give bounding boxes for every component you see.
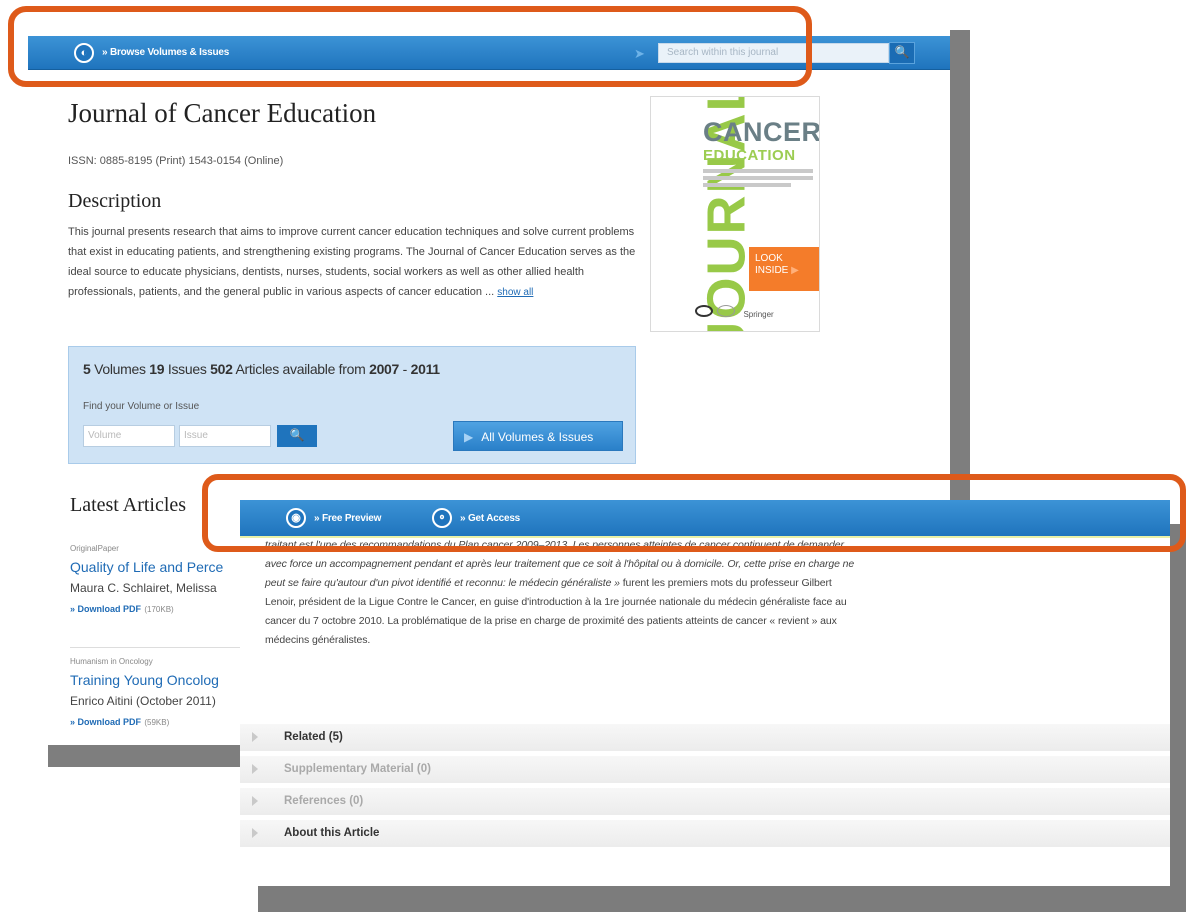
section-label: Related (5)	[284, 731, 343, 743]
volumes-count: 5	[83, 361, 91, 377]
volume-search-button[interactable]: 🔍	[277, 425, 317, 447]
cover-title-line1: CANCER	[703, 117, 820, 147]
cover-logos: Springer	[695, 305, 774, 319]
preview-abstract: traitant est l'une des recommandations d…	[265, 536, 865, 650]
volume-input[interactable]: Volume	[83, 425, 175, 447]
journal-cover[interactable]: JOURNAL CANCER EDUCATION LOOK INSIDE ▶ S…	[650, 96, 820, 332]
volumes-word: Volumes	[94, 361, 146, 377]
articles-text: Articles available from	[235, 361, 366, 377]
section-label: About this Article	[284, 827, 380, 839]
search-icon: 🔍	[289, 428, 305, 442]
find-volume-label: Find your Volume or Issue	[83, 401, 200, 412]
cover-title-line2: EDUCATION	[703, 147, 796, 164]
section-supplementary[interactable]: Supplementary Material (0)	[240, 756, 1170, 784]
article-item: Humanism in Oncology Training Young Onco…	[70, 657, 219, 728]
triangle-right-icon	[252, 796, 258, 806]
journal-issn: ISSN: 0885-8195 (Print) 1543-0154 (Onlin…	[68, 155, 284, 167]
article-item: OriginalPaper Quality of Life and Perce …	[70, 544, 223, 615]
society-logo-icon	[717, 305, 736, 317]
publisher-logo: Springer	[743, 310, 774, 319]
description-heading: Description	[68, 190, 162, 212]
download-pdf-link[interactable]: » Download PDF	[70, 717, 141, 727]
article-type: OriginalPaper	[70, 544, 119, 553]
look-inside-button[interactable]: LOOK INSIDE ▶	[749, 247, 819, 291]
description-text: This journal presents research that aims…	[68, 226, 636, 298]
article-authors: Maura C. Schlairet, Melissa	[70, 581, 217, 595]
section-about[interactable]: About this Article	[240, 820, 1170, 848]
search-button[interactable]: 🔍	[889, 42, 915, 64]
issues-word: Issues	[167, 361, 207, 377]
journal-description: This journal presents research that aims…	[68, 222, 638, 303]
article-title-link[interactable]: Quality of Life and Perce	[70, 559, 223, 575]
all-volumes-button[interactable]: ▶ All Volumes & Issues	[453, 421, 623, 451]
cover-subtitle-lines	[703, 169, 813, 187]
section-references[interactable]: References (0)	[240, 788, 1170, 816]
all-volumes-label: All Volumes & Issues	[481, 430, 594, 444]
pdf-size: (170KB)	[144, 605, 174, 614]
download-pdf-link[interactable]: » Download PDF	[70, 604, 141, 614]
article-screenshot: ◉ » Free Preview ⚬ » Get Access traitant…	[240, 500, 1170, 886]
play-icon: ▶	[464, 430, 474, 444]
triangle-right-icon	[252, 828, 258, 838]
article-authors: Enrico Aitini (October 2011)	[70, 694, 216, 708]
latest-articles-heading: Latest Articles	[70, 494, 187, 516]
triangle-right-icon	[252, 732, 258, 742]
society-logo-icon	[695, 305, 713, 317]
triangle-right-icon: ▶	[791, 265, 799, 276]
article-type: Humanism in Oncology	[70, 657, 153, 666]
section-label: References (0)	[284, 795, 364, 807]
from-year: 2007	[369, 361, 400, 377]
volumes-box: 5 Volumes 19 Issues 502 Articles availab…	[68, 346, 636, 464]
highlight-box-bottom	[202, 474, 1186, 552]
triangle-right-icon	[252, 764, 258, 774]
issue-input[interactable]: Issue	[179, 425, 271, 447]
volumes-summary: 5 Volumes 19 Issues 502 Articles availab…	[83, 361, 440, 377]
to-year: 2011	[410, 361, 440, 377]
search-icon: 🔍	[894, 45, 910, 59]
section-label: Supplementary Material (0)	[284, 763, 431, 775]
look-inside-label: LOOK INSIDE	[755, 253, 789, 276]
article-title-link[interactable]: Training Young Oncolog	[70, 672, 219, 688]
section-related[interactable]: Related (5)	[240, 724, 1170, 752]
pdf-size: (59KB)	[144, 718, 170, 727]
issues-count: 19	[149, 361, 165, 377]
highlight-box-top	[8, 6, 812, 87]
year-dash: -	[402, 361, 408, 377]
show-all-link[interactable]: show all	[497, 287, 533, 298]
articles-count: 502	[210, 361, 233, 377]
journal-title: Journal of Cancer Education	[68, 98, 377, 128]
